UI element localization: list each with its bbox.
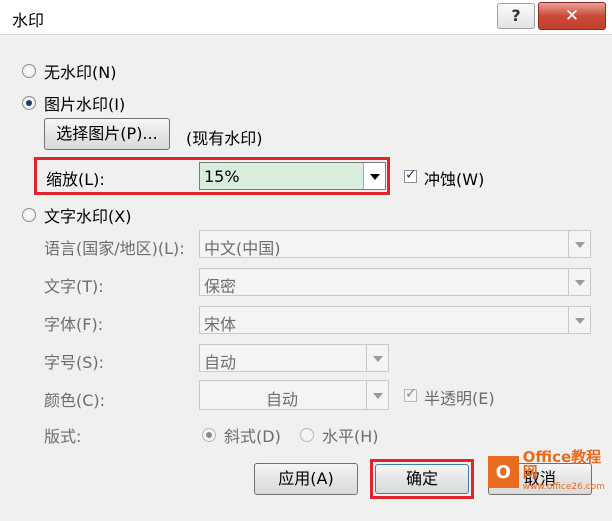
picture-watermark-radio[interactable]: 图片水印(I) [22,91,125,115]
logo-main-text: Office教程网 [522,447,602,481]
scale-value: 15% [204,167,240,186]
dialog-content: 无水印(N) 图片水印(I) 选择图片(P)... (现有水印) 缩放(L): … [0,35,612,521]
text-value: 保密 [204,277,237,296]
ok-button[interactable]: 确定 [375,464,469,494]
radio-circle-icon [22,64,36,78]
logo-text: Office教程网 www.office26.com [522,447,612,495]
size-label: 字号(S): [44,353,105,372]
radio-checked-icon [22,96,36,110]
chevron-down-icon[interactable] [363,163,385,189]
washout-label: 冲蚀(W) [424,170,485,189]
size-value: 自动 [204,353,237,372]
font-value: 宋体 [204,315,237,334]
text-label: 文字(T): [44,277,104,296]
text-watermark-radio[interactable]: 文字水印(X) [22,203,131,227]
font-combobox[interactable]: 宋体 [199,306,591,334]
semitransparent-label: 半透明(E) [424,389,495,408]
picture-watermark-label: 图片水印(I) [44,95,126,114]
font-label: 字体(F): [44,315,104,334]
language-combobox[interactable]: 中文(中国) [199,230,591,258]
chevron-down-icon[interactable] [568,269,590,295]
scale-label: 缩放(L): [46,170,105,189]
site-logo: O Office教程网 www.office26.com [488,449,612,492]
layout-label: 版式: [44,427,82,446]
existing-watermark-note: (现有水印) [186,129,263,148]
no-watermark-radio[interactable]: 无水印(N) [22,59,116,83]
chevron-down-icon[interactable] [366,381,388,409]
chevron-down-icon[interactable] [568,307,590,333]
color-label: 颜色(C): [44,391,106,410]
color-value: 自动 [266,390,299,409]
logo-sub-text: www.office26.com [522,481,605,492]
text-combobox[interactable]: 保密 [199,268,591,296]
close-button[interactable]: ✕ [538,2,606,30]
text-watermark-label: 文字水印(X) [44,207,132,226]
horizontal-label: 水平(H) [322,427,379,446]
color-picker[interactable]: 自动 [199,380,389,410]
radio-circle-icon [300,428,314,442]
select-picture-button[interactable]: 选择图片(P)... [44,118,170,150]
diagonal-label: 斜式(D) [224,427,281,446]
washout-checkbox[interactable] [404,167,417,183]
dialog-titlebar: 水印 ? ✕ [0,0,612,35]
help-button[interactable]: ? [497,3,535,29]
scale-combobox[interactable]: 15% [199,162,386,190]
no-watermark-label: 无水印(N) [44,63,117,82]
office-logo-icon: O [488,456,519,488]
language-label: 语言(国家/地区)(L): [44,239,185,258]
dialog-title: 水印 [12,11,45,30]
language-value: 中文(中国) [204,239,281,258]
semitransparent-checkbox[interactable] [404,386,417,402]
chevron-down-icon[interactable] [568,231,590,257]
apply-button[interactable]: 应用(A) [254,463,358,495]
radio-checked-icon [202,428,216,442]
horizontal-radio[interactable]: 水平(H) [300,423,379,447]
diagonal-radio[interactable]: 斜式(D) [202,423,281,447]
radio-circle-icon [22,208,36,222]
size-combobox[interactable]: 自动 [199,344,389,372]
chevron-down-icon[interactable] [366,345,388,371]
